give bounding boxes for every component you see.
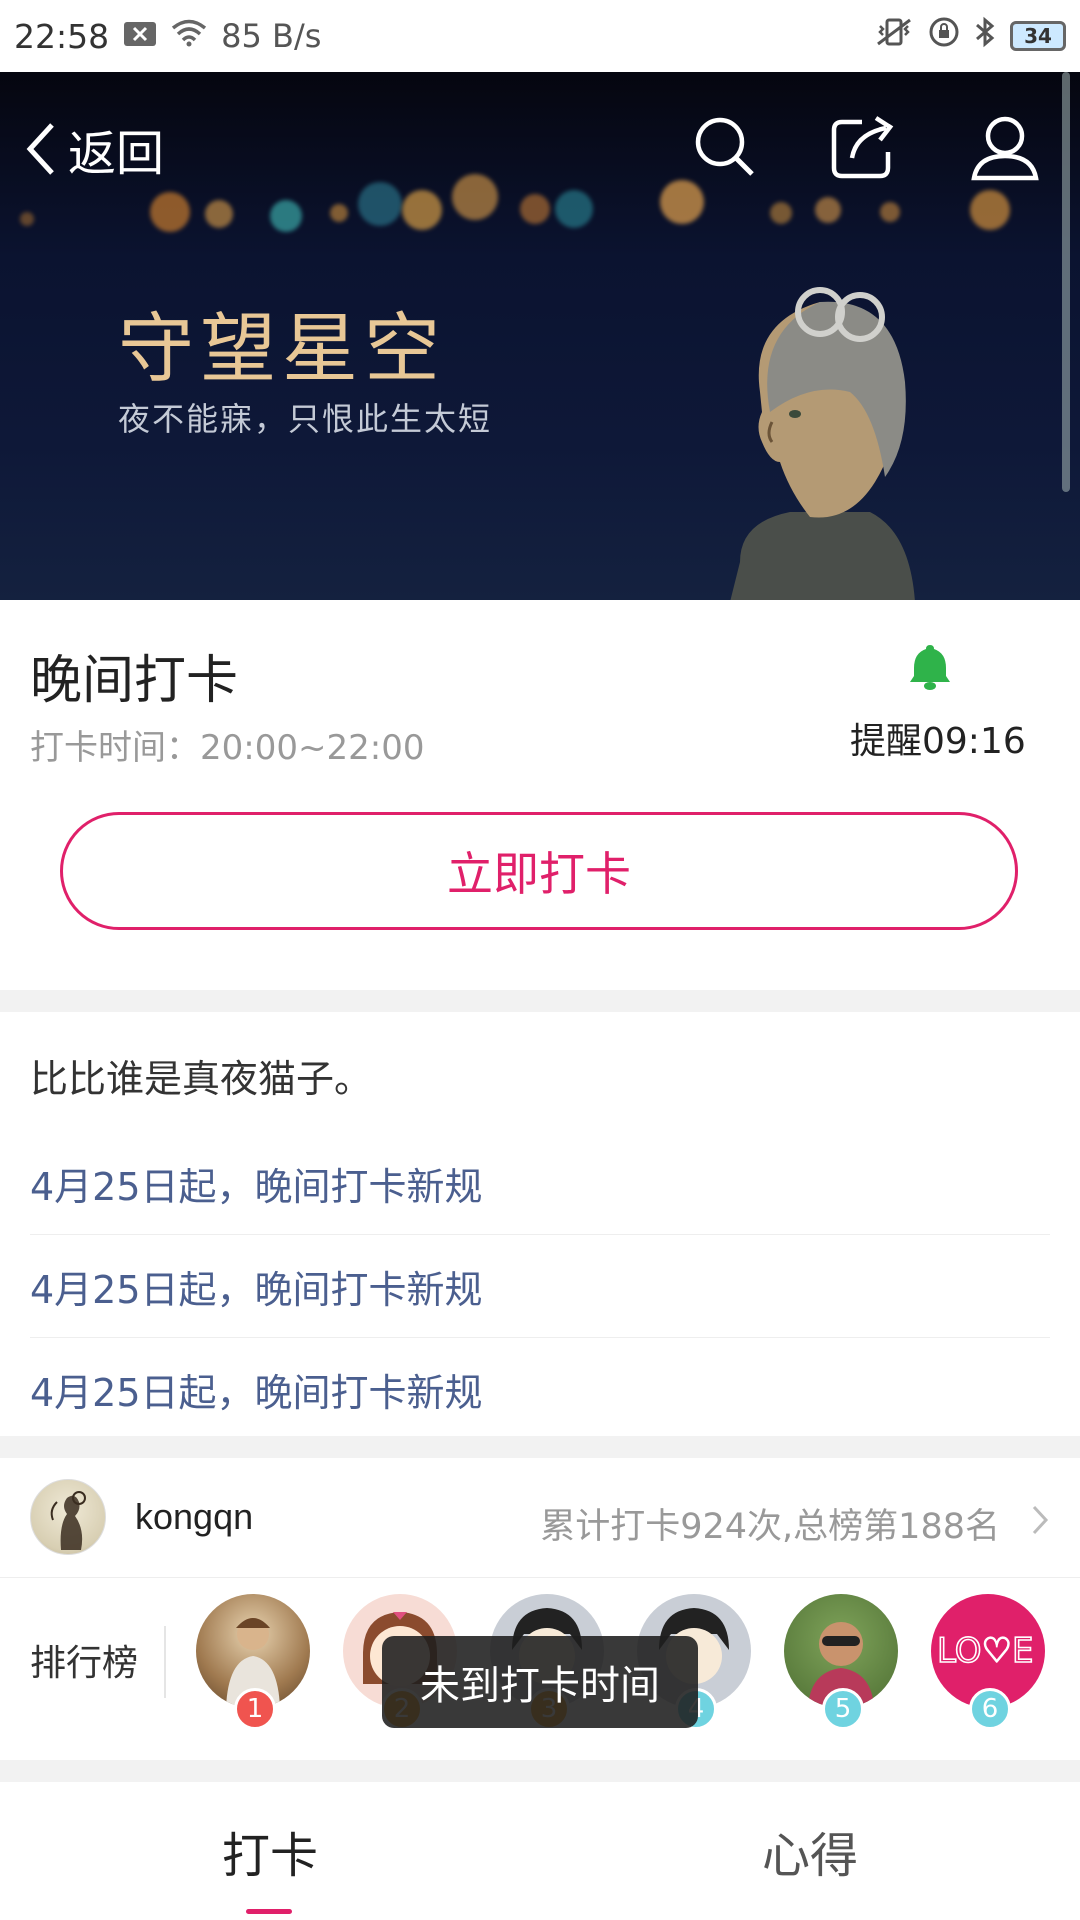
notice-section: 比比谁是真夜猫子。 4月25日起，晚间打卡新规 4月25日起，晚间打卡新规 4月… (0, 1012, 1080, 1436)
back-button[interactable]: 返回 (22, 114, 164, 184)
checkin-title: 晚间打卡 (30, 651, 239, 711)
user-checkin-stats: 累计打卡924次,总榜第188名 (540, 1507, 1000, 1547)
scroll-indicator (1062, 72, 1070, 492)
chevron-right-icon (1030, 1504, 1050, 1540)
bokeh-light (880, 202, 900, 222)
bokeh-light (970, 190, 1010, 230)
status-bar: 22:58 85 B/s 34 (0, 0, 1080, 72)
checkin-now-button[interactable]: 立即打卡 (60, 812, 1018, 930)
slogan-text: 比比谁是真夜猫子。 (30, 1057, 373, 1101)
rank-badge: 5 (822, 1688, 864, 1730)
bokeh-light (402, 190, 442, 230)
rank-badge: 1 (234, 1688, 276, 1730)
tab-insights[interactable]: 心得 (540, 1782, 1080, 1920)
profile-icon[interactable] (970, 112, 1040, 182)
divider (164, 1626, 166, 1698)
wifi-icon (171, 17, 207, 55)
ranking-label: 排行榜 (30, 1643, 139, 1684)
status-time: 22:58 (14, 16, 110, 56)
bokeh-light (330, 204, 348, 222)
bell-icon (910, 645, 950, 690)
reminder-label: 提醒09:16 (850, 721, 1026, 762)
checkin-card: 晚间打卡 打卡时间：20:00~22:00 提醒09:16 立即打卡 (0, 600, 1080, 990)
bokeh-light (555, 190, 593, 228)
bokeh-light (815, 197, 841, 223)
hero-banner: 返回 守望星空 夜不能寐，只恨此生太短 (0, 72, 1080, 600)
tab-checkin[interactable]: 打卡 (0, 1782, 540, 1920)
bokeh-light (520, 194, 550, 224)
avatar (30, 1479, 106, 1555)
notification-icon (123, 17, 157, 55)
notice-link[interactable]: 4月25日起，晚间打卡新规 (30, 1235, 1050, 1338)
user-stats-row[interactable]: kongqn 累计打卡924次,总榜第188名 (0, 1458, 1080, 1578)
chevron-left-icon (26, 123, 54, 175)
vibrate-icon (874, 16, 914, 56)
reminder-button[interactable]: 提醒09:16 (850, 642, 1026, 764)
search-icon[interactable] (690, 112, 760, 182)
bluetooth-icon (974, 16, 996, 56)
bokeh-light (205, 200, 233, 228)
battery-indicator: 34 (1010, 21, 1066, 51)
svg-text:LO♡E: LO♡E (937, 1631, 1033, 1671)
toast-message: 未到打卡时间 (382, 1636, 698, 1728)
bokeh-light (770, 202, 792, 224)
active-tab-indicator (246, 1909, 292, 1914)
bokeh-light (270, 200, 302, 232)
notice-link[interactable]: 4月25日起，晚间打卡新规 (30, 1132, 1050, 1235)
boy-illustration (730, 287, 915, 600)
rotation-lock-icon (928, 16, 960, 56)
hero-subtitle: 夜不能寐，只恨此生太短 (118, 400, 493, 438)
bokeh-light (20, 212, 34, 226)
checkin-time-range: 打卡时间：20:00~22:00 (30, 728, 425, 768)
back-label: 返回 (68, 126, 165, 182)
bokeh-light (150, 192, 190, 232)
hero-title: 守望星空 (118, 304, 446, 393)
network-speed: 85 B/s (221, 17, 322, 55)
notice-link[interactable]: 4月25日起，晚间打卡新规 (30, 1338, 1050, 1441)
share-icon[interactable] (828, 112, 898, 182)
rank-badge: 6 (969, 1688, 1011, 1730)
hero-nav: 返回 (0, 102, 1080, 192)
username: kongqn (135, 1496, 254, 1537)
bottom-tabs: 打卡 心得 (0, 1782, 1080, 1920)
